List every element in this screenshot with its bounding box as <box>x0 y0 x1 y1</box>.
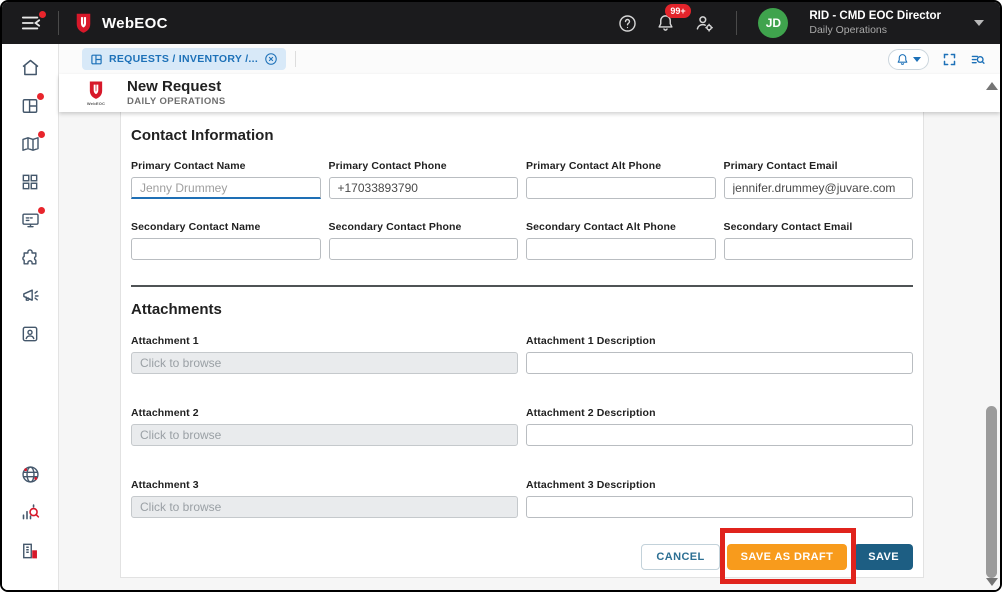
maps-badge-dot <box>38 131 45 138</box>
board-search-icon[interactable] <box>970 52 986 67</box>
attachment-3-browse-input[interactable] <box>131 496 518 518</box>
scrollbar-thumb[interactable] <box>986 406 997 578</box>
secondary-contact-name-input[interactable] <box>131 238 321 260</box>
form-title: New Request <box>127 78 226 96</box>
primary-contact-phone-input[interactable] <box>329 177 519 199</box>
topbar-divider-2 <box>736 11 737 35</box>
webeoc-window: WebEOC 99+ <box>0 0 1002 592</box>
attachment-1-browse-input[interactable] <box>131 352 518 374</box>
field-label: Primary Contact Name <box>131 160 321 172</box>
form-panel: Contact Information Primary Contact Name… <box>120 112 924 578</box>
primary-contact-alt-phone-input[interactable] <box>526 177 716 199</box>
tab-bar: REQUESTS / INVENTORY /... <box>59 44 1000 74</box>
home-icon[interactable] <box>20 57 41 78</box>
field-label: Attachment 1 <box>131 335 518 347</box>
user-settings-icon[interactable] <box>694 13 715 33</box>
boards-icon[interactable] <box>20 95 40 116</box>
tab-close-icon[interactable] <box>264 52 278 66</box>
board-alerts-button[interactable] <box>888 49 929 70</box>
notification-count-badge: 99+ <box>665 4 690 18</box>
user-role: RID - CMD EOC Director <box>809 9 941 23</box>
notifications-bell-icon[interactable]: 99+ <box>656 13 675 33</box>
scroll-up-arrow[interactable] <box>986 82 998 90</box>
left-sidebar <box>2 44 59 590</box>
secondary-contact-email-input[interactable] <box>724 238 914 260</box>
field-label: Secondary Contact Phone <box>329 221 519 233</box>
megaphone-icon[interactable] <box>20 285 41 306</box>
app-name: WebEOC <box>102 15 168 32</box>
save-button[interactable]: SAVE <box>854 544 913 570</box>
cancel-button[interactable]: CANCEL <box>641 544 719 570</box>
field-label: Primary Contact Alt Phone <box>526 160 716 172</box>
field-label: Attachment 2 Description <box>526 407 913 419</box>
apps-icon[interactable] <box>20 171 40 192</box>
attachment-3-description-input[interactable] <box>526 496 913 518</box>
secondary-contact-phone-input[interactable] <box>329 238 519 260</box>
user-menu-caret-icon[interactable] <box>974 20 984 26</box>
user-info[interactable]: RID - CMD EOC Director Daily Operations <box>809 9 941 37</box>
tab-divider <box>295 51 296 67</box>
board-display-badge-dot <box>38 207 45 214</box>
attachments-section-heading: Attachments <box>131 301 913 318</box>
top-bar: WebEOC 99+ <box>2 2 1000 44</box>
field-label: Primary Contact Phone <box>329 160 519 172</box>
vertical-scrollbar <box>984 78 999 588</box>
globe-icon[interactable] <box>20 464 41 485</box>
form-header: WebEOC New Request DAILY OPERATIONS <box>59 74 1000 112</box>
boards-badge-dot <box>37 93 44 100</box>
contacts-icon[interactable] <box>20 323 40 344</box>
alert-bell-icon <box>896 53 909 66</box>
tab-requests-inventory[interactable]: REQUESTS / INVENTORY /... <box>82 48 286 70</box>
user-avatar[interactable]: JD <box>758 8 788 38</box>
fullscreen-icon[interactable] <box>942 52 957 67</box>
tab-label: REQUESTS / INVENTORY /... <box>109 53 258 65</box>
field-label: Secondary Contact Alt Phone <box>526 221 716 233</box>
menu-collapse-icon[interactable] <box>20 13 42 33</box>
analytics-search-icon[interactable] <box>20 502 41 523</box>
field-label: Primary Contact Email <box>724 160 914 172</box>
attachment-2-browse-input[interactable] <box>131 424 518 446</box>
primary-contact-name-input[interactable] <box>131 177 321 199</box>
alerts-caret-icon <box>913 57 921 62</box>
field-label: Secondary Contact Name <box>131 221 321 233</box>
attachment-1-description-input[interactable] <box>526 352 913 374</box>
field-label: Attachment 3 <box>131 479 518 491</box>
menu-badge-dot <box>39 11 46 18</box>
contact-section-heading: Contact Information <box>131 127 913 144</box>
form-logo-text: WebEOC <box>87 101 105 106</box>
plugins-icon[interactable] <box>20 247 40 268</box>
board-display-icon[interactable] <box>20 209 41 230</box>
form-subtitle: DAILY OPERATIONS <box>127 96 226 107</box>
primary-contact-email-input[interactable] <box>724 177 914 199</box>
secondary-contact-alt-phone-input[interactable] <box>526 238 716 260</box>
field-label: Attachment 3 Description <box>526 479 913 491</box>
form-logo-icon: WebEOC <box>79 80 113 106</box>
topbar-divider <box>58 11 59 35</box>
save-as-draft-button[interactable]: SAVE AS DRAFT <box>727 544 848 570</box>
field-label: Secondary Contact Email <box>724 221 914 233</box>
scroll-down-arrow[interactable] <box>986 578 998 586</box>
help-icon[interactable] <box>618 14 637 33</box>
user-context: Daily Operations <box>809 24 941 37</box>
org-report-icon[interactable] <box>20 540 40 561</box>
board-tab-icon <box>90 53 103 66</box>
field-label: Attachment 2 <box>131 407 518 419</box>
section-divider <box>131 285 913 287</box>
maps-icon[interactable] <box>20 133 41 154</box>
attachment-2-description-input[interactable] <box>526 424 913 446</box>
webeoc-logo-icon <box>75 12 92 34</box>
board-content: WebEOC New Request DAILY OPERATIONS Cont… <box>59 74 1000 590</box>
field-label: Attachment 1 Description <box>526 335 913 347</box>
